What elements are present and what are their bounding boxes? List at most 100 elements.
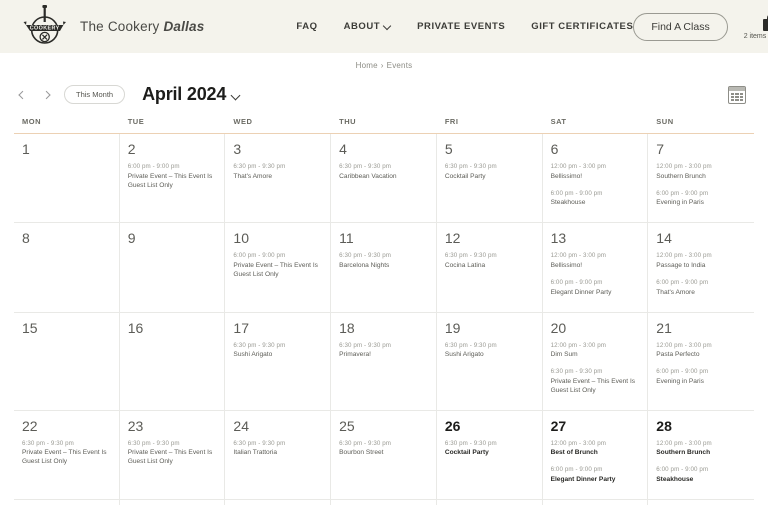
nav-item-about[interactable]: ABOUT (344, 21, 392, 32)
day-number: 19 (444, 319, 461, 336)
day-number: 8 (22, 230, 30, 247)
calendar-event[interactable]: 6:00 pm - 9:00 pm Evening in Paris (656, 368, 746, 387)
calendar-day-cell[interactable]: 4 (542, 500, 649, 505)
calendar-day-cell[interactable]: 7 12:00 pm - 3:00 pm Southern Brunch 6:00 p… (648, 134, 754, 223)
calendar-day-cell[interactable]: 8 (14, 223, 120, 312)
calendar-event[interactable]: 6:30 pm - 9:30 pm Sushi Arigato (445, 342, 534, 361)
calendar-day-cell[interactable]: 17 6:30 pm - 9:30 pm Sushi Arigato (225, 312, 332, 410)
calendar-day-cell[interactable]: 1 (225, 500, 332, 505)
event-title: Private Event – This Event Is Guest List… (550, 377, 636, 394)
calendar-day-cell[interactable]: 18 6:30 pm - 9:30 pm Primavera! (331, 312, 437, 410)
calendar-day-cell[interactable]: 28 12:00 pm - 3:00 pm Southern Brunch 6:00 … (648, 410, 754, 500)
calendar-event[interactable]: 6:30 pm - 9:30 pm Italian Trattoria (233, 440, 322, 459)
calendar-day-cell[interactable]: 19 6:30 pm - 9:30 pm Sushi Arigato (436, 312, 543, 410)
calendar-event[interactable]: 6:30 pm - 9:30 pm Private Event – This Ev… (551, 368, 640, 396)
calendar-day-cell[interactable]: 4 6:30 pm - 9:30 pm Caribbean Vacation (331, 134, 437, 223)
this-month-button[interactable]: This Month (64, 85, 126, 104)
calendar-event[interactable]: 6:30 pm - 9:30 pm That's Amore (233, 163, 322, 182)
breadcrumb-home-link[interactable]: Home (356, 61, 378, 70)
svg-text:COOKERY: COOKERY (30, 25, 60, 31)
calendar-day-cell[interactable]: 5 6:30 pm - 9:30 pm Cocktail Party (436, 134, 543, 223)
day-number: 14 (656, 230, 672, 247)
calendar-event[interactable]: 6:00 pm - 9:00 pm Evening in Paris (656, 190, 746, 209)
calendar-day-cell[interactable]: 16 (119, 312, 226, 410)
day-of-week-header-row: MON TUE WED THU FRI SAT SUN (14, 115, 754, 134)
calendar-day-cell[interactable]: 29 (14, 500, 120, 505)
event-time: 12:00 pm - 3:00 pm (550, 439, 607, 447)
day-number: 28 (656, 417, 672, 434)
calendar-event[interactable]: 6:00 pm - 9:00 pm Steakhouse (551, 190, 640, 209)
day-number: 11 (339, 230, 354, 247)
calendar-event[interactable]: 12:00 pm - 3:00 pm Southern Brunch (656, 440, 746, 459)
dow-tue: TUE (127, 117, 145, 126)
calendar-day-cell[interactable]: 25 6:30 pm - 9:30 pm Bourbon Street (331, 410, 437, 500)
calendar-day-cell[interactable]: 22 6:30 pm - 9:30 pm Private Event – This … (14, 410, 120, 500)
nav-item-faq[interactable]: FAQ (296, 21, 317, 32)
nav-item-private-events[interactable]: PRIVATE EVENTS (417, 21, 505, 32)
calendar-event[interactable]: 6:30 pm - 9:30 pm Cocktail Party (445, 163, 534, 182)
calendar-day-cell[interactable]: 26 6:30 pm - 9:30 pm Cocktail Party (436, 410, 543, 500)
calendar-day-cell[interactable]: 13 12:00 pm - 3:00 pm Bellissimo! 6:00 pm -… (542, 223, 649, 312)
calendar-event[interactable]: 6:30 pm - 9:30 pm Private Event – This Ev… (128, 440, 217, 468)
calendar-event[interactable]: 6:00 pm - 9:00 pm Elegant Dinner Party (551, 279, 640, 298)
event-title: Caribbean Vacation (339, 172, 397, 180)
event-title: Elegant Dinner Party (550, 476, 616, 484)
calendar-day-cell[interactable]: 23 6:30 pm - 9:30 pm Private Event – This … (119, 410, 226, 500)
calendar-day-cell[interactable]: 1 (14, 134, 120, 223)
calendar-day-cell[interactable]: 30 (119, 500, 226, 505)
calendar-day-cell[interactable]: 3 6:30 pm - 9:30 pm That's Amore (225, 134, 332, 223)
calendar-day-cell[interactable]: 21 12:00 pm - 3:00 pm Pasta Perfecto 6:00 p… (648, 312, 754, 410)
calendar-event[interactable]: 12:00 pm - 3:00 pm Bellissimo! (551, 163, 640, 182)
calendar-event[interactable]: 6:00 pm - 9:00 pm That's Amore (656, 279, 746, 298)
brand-logo-link[interactable]: COOKERY The Cookery Dallas (22, 4, 204, 50)
calendar-day-cell[interactable]: 6 12:00 pm - 3:00 pm Bellissimo! 6:00 pm - … (542, 134, 649, 223)
calendar-day-cell[interactable]: 11 6:30 pm - 9:30 pm Barcelona Nights (331, 223, 437, 312)
day-number: 20 (550, 319, 567, 336)
calendar-day-cell[interactable]: 27 12:00 pm - 3:00 pm Best of Brunch 6:00 p… (542, 410, 649, 500)
calendar-event[interactable]: 6:30 pm - 9:30 pm Cocktail Party (445, 440, 534, 459)
calendar-event[interactable]: 6:30 pm - 9:30 pm Primavera! (339, 342, 428, 361)
calendar-day-cell[interactable]: 2 6:00 pm - 9:00 pm Private Event – This E… (119, 134, 226, 223)
calendar-day-cell[interactable]: 12 6:30 pm - 9:30 pm Cocina Latina (436, 223, 543, 312)
calendar-event[interactable]: 12:00 pm - 3:00 pm Dim Sum (551, 342, 640, 361)
event-title: Sushi Arigato (233, 351, 273, 359)
calendar-day-cell[interactable]: 15 (14, 312, 120, 410)
calendar-event[interactable]: 6:00 pm - 9:00 pm Private Event – This Ev… (233, 252, 322, 280)
calendar-event[interactable]: 12:00 pm - 3:00 pm Best of Brunch (551, 440, 640, 459)
day-number: 1 (22, 141, 30, 157)
calendar-day-cell[interactable]: 20 12:00 pm - 3:00 pm Dim Sum 6:30 pm - 9:3… (542, 312, 649, 410)
main-navigation: FAQ ABOUT PRIVATE EVENTS GIFT CERTIFICAT… (296, 21, 633, 32)
calendar-event[interactable]: 6:00 pm - 9:00 pm Elegant Dinner Party (551, 466, 640, 485)
event-title: Private Event – This Event Is Guest List… (22, 449, 107, 466)
calendar-day-cell[interactable]: 24 6:30 pm - 9:30 pm Italian Trattoria (225, 410, 332, 500)
month-selector[interactable]: April 2024 (142, 84, 240, 105)
calendar-event[interactable]: 6:30 pm - 9:30 pm Private Event – This Ev… (22, 440, 111, 468)
calendar-event[interactable]: 6:30 pm - 9:30 pm Barcelona Nights (339, 252, 428, 271)
calendar-event[interactable]: 12:00 pm - 3:00 pm Passage to India (656, 252, 746, 271)
calendar-day-cell[interactable]: 2 (331, 500, 437, 505)
find-a-class-button[interactable]: Find A Class (633, 12, 728, 41)
calendar-event[interactable]: 6:30 pm - 9:30 pm Caribbean Vacation (339, 163, 428, 182)
calendar-event[interactable]: 6:30 pm - 9:30 pm Sushi Arigato (233, 342, 322, 361)
calendar-event[interactable]: 6:30 pm - 9:30 pm Cocina Latina (445, 252, 534, 271)
calendar-day-cell[interactable]: 10 6:00 pm - 9:00 pm Private Event – This … (225, 223, 332, 312)
event-time: 6:30 pm - 9:30 pm (339, 252, 392, 260)
cart-link[interactable]: 2 items - $250.00 (744, 13, 768, 40)
next-month-arrow-icon[interactable] (39, 85, 55, 105)
calendar-event[interactable]: 6:00 pm - 9:00 pm Private Event – This Ev… (128, 163, 217, 191)
calendar-event[interactable]: 12:00 pm - 3:00 pm Southern Brunch (656, 163, 746, 182)
calendar-day-cell[interactable]: 9 (119, 223, 226, 312)
event-title: Southern Brunch (656, 172, 706, 180)
event-title: Bellissimo! (550, 262, 583, 270)
day-number: 12 (444, 230, 461, 247)
calendar-day-cell[interactable]: 3 (436, 500, 543, 505)
calendar-day-cell[interactable]: 5 (648, 500, 754, 505)
calendar-event[interactable]: 6:30 pm - 9:30 pm Bourbon Street (339, 440, 428, 459)
calendar-event[interactable]: 6:00 pm - 9:00 pm Steakhouse (656, 466, 746, 485)
calendar-event[interactable]: 12:00 pm - 3:00 pm Pasta Perfecto (656, 342, 746, 361)
previous-month-arrow-icon[interactable] (14, 85, 30, 105)
calendar-day-cell[interactable]: 14 12:00 pm - 3:00 pm Passage to India 6:00… (648, 223, 754, 312)
calendar-event[interactable]: 12:00 pm - 3:00 pm Bellissimo! (551, 252, 640, 271)
calendar-view-toggle-icon[interactable] (728, 85, 746, 104)
nav-item-gift-certificates[interactable]: GIFT CERTIFICATES (531, 21, 633, 32)
